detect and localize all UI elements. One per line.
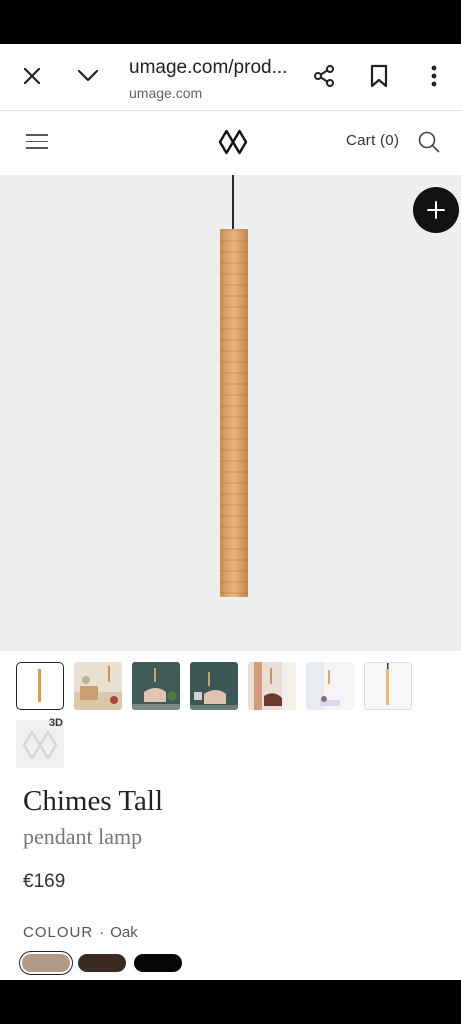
chevron-down-icon [77,69,99,82]
thumbnail-7[interactable] [364,662,412,710]
lamp-cord [232,175,234,231]
bookmark-button[interactable] [359,56,399,96]
thumbnail-5[interactable] [248,662,296,710]
product-image[interactable] [0,175,461,651]
cart-link[interactable]: Cart (0) [346,132,399,149]
status-bar [0,0,461,44]
more-options-button[interactable] [414,56,454,96]
more-vert-icon [431,65,437,87]
colour-value: Oak [110,924,138,941]
close-tab-button[interactable] [12,56,52,96]
product-title: Chimes Tall [23,785,164,817]
thumbnail-3d[interactable]: 3D [16,717,64,768]
thumbnail-2[interactable] [74,662,122,710]
colour-swatch-black[interactable] [134,954,182,972]
plus-icon [427,201,445,219]
search-button[interactable] [417,130,441,154]
umage-logo[interactable] [218,127,248,157]
expand-button[interactable] [413,187,459,233]
address-bar[interactable]: umage.com/prod... umage.com [129,55,294,103]
lamp-body [220,229,248,597]
colour-selection-label: COLOUR · Oak [23,924,138,941]
thumbnail-1[interactable] [16,662,64,710]
screen: umage.com/prod... umage.com Cart (0) 3D … [0,0,461,1024]
share-icon [314,65,334,87]
thumbnail-4[interactable] [190,662,238,710]
thumbnail-6[interactable] [306,662,354,710]
menu-icon[interactable] [26,134,48,152]
product-subtitle: pendant lamp [23,824,143,849]
colour-swatch-oak[interactable] [22,954,70,972]
url-text: umage.com/prod... [129,57,288,78]
colour-separator: · [99,924,105,941]
url-domain: umage.com [129,85,203,101]
close-icon [23,67,41,85]
system-nav-bar [0,980,461,1024]
bookmark-icon [370,64,388,88]
colour-label: COLOUR [23,924,94,941]
site-header: Cart (0) [0,111,461,175]
browser-toolbar: umage.com/prod... umage.com [0,44,461,111]
search-icon [418,131,440,153]
product-price: €169 [23,871,66,892]
colour-swatch-dark[interactable] [78,954,126,972]
3d-badge: 3D [48,717,63,729]
thumbnail-3[interactable] [132,662,180,710]
minimize-button[interactable] [68,56,108,96]
share-button[interactable] [304,56,344,96]
